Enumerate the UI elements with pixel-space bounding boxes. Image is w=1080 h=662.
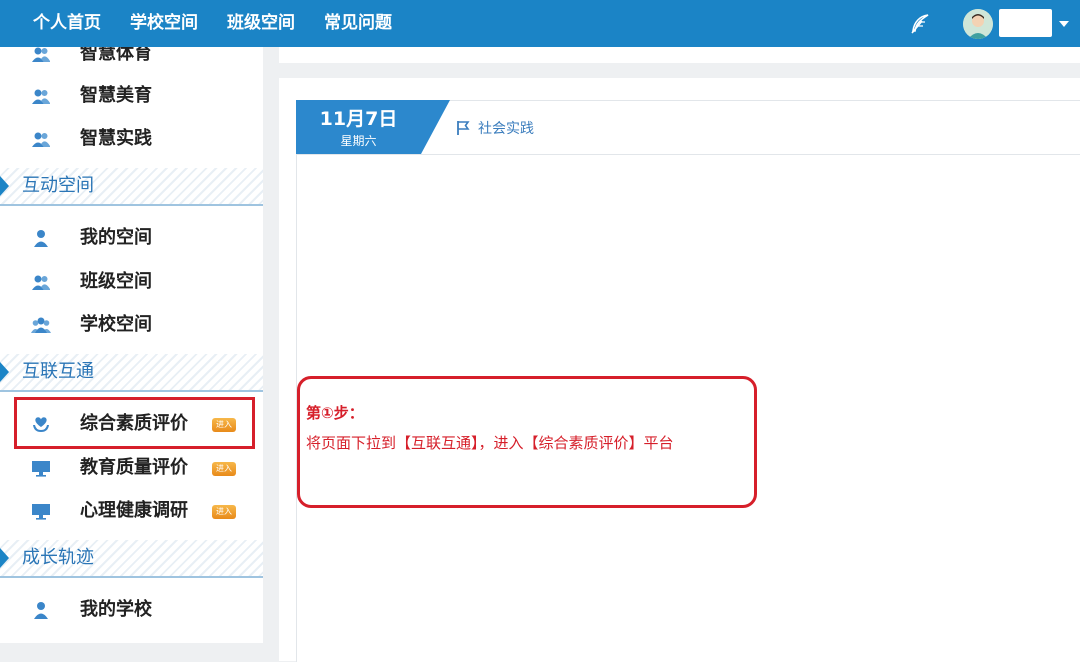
monitor-icon [32, 504, 50, 520]
date-label: 11月7日 [319, 108, 398, 130]
sidebar-item-label: 学校空间 [80, 314, 152, 335]
feather-icon[interactable] [908, 12, 932, 36]
group-icon [32, 47, 50, 62]
flag-icon [457, 121, 470, 135]
section-title: 互联互通 [22, 361, 94, 382]
chevron-down-icon[interactable] [1059, 21, 1069, 27]
section-marker-icon [0, 362, 9, 382]
sidebar-item-label: 智慧实践 [80, 128, 152, 149]
activity-category[interactable]: 社会实践 [478, 118, 534, 138]
user-icon [34, 230, 48, 247]
sidebar-item-label: 智慧体育 [80, 47, 152, 64]
avatar[interactable] [963, 9, 993, 39]
sidebar-item-mental-health[interactable]: 心理健康调研 进入 [0, 491, 263, 531]
sidebar-item-label: 教育质量评价 [80, 457, 188, 478]
nav-class-space[interactable]: 班级空间 [227, 0, 295, 47]
sidebar: 智慧体育 智慧美育 智慧实践 互动空间 我的空间 班级空间 学校空间 互联互通 … [0, 47, 263, 643]
sidebar-item-label: 心理健康调研 [80, 500, 188, 521]
user-icon [34, 602, 48, 619]
sidebar-item-smart-arts[interactable]: 智慧美育 [0, 76, 263, 116]
section-header-growth-track: 成长轨迹 [0, 540, 263, 578]
section-marker-icon [0, 176, 9, 196]
sidebar-item-education-quality[interactable]: 教育质量评价 进入 [0, 448, 263, 488]
nav-faq[interactable]: 常见问题 [324, 0, 392, 47]
section-title: 成长轨迹 [22, 547, 94, 568]
group-icon [32, 275, 50, 290]
top-nav-bar: 个人首页 学校空间 班级空间 常见问题 [0, 0, 1080, 47]
section-header-interconnect: 互联互通 [0, 354, 263, 392]
group-icon [32, 89, 50, 104]
sidebar-item-my-school[interactable]: 我的学校 [0, 590, 263, 630]
username-box[interactable] [999, 9, 1052, 37]
monitor-icon [32, 461, 50, 477]
sidebar-item-label: 智慧美育 [80, 85, 152, 106]
enter-badge[interactable]: 进入 [212, 462, 236, 476]
sidebar-item-class-space[interactable]: 班级空间 [0, 262, 263, 302]
highlight-box [14, 397, 255, 449]
users-icon [31, 317, 51, 333]
step-title: 第①步： [306, 404, 364, 422]
nav-personal-home[interactable]: 个人首页 [33, 0, 101, 47]
section-header-interactive-space: 互动空间 [0, 168, 263, 206]
group-icon [32, 132, 50, 147]
enter-badge[interactable]: 进入 [212, 505, 236, 519]
weekday-label: 星期六 [340, 134, 377, 148]
sidebar-item-smart-practice[interactable]: 智慧实践 [0, 119, 263, 159]
section-title: 互动空间 [22, 175, 94, 196]
sidebar-item-my-space[interactable]: 我的空间 [0, 218, 263, 258]
step-description: 将页面下拉到【互联互通】，进入【综合素质评价】平台 [306, 434, 674, 452]
sidebar-item-label: 我的学校 [80, 599, 152, 620]
sidebar-item-smart-sports[interactable]: 智慧体育 [0, 47, 263, 74]
sidebar-item-school-space[interactable]: 学校空间 [0, 305, 263, 345]
sidebar-item-label: 班级空间 [80, 271, 152, 292]
section-marker-icon [0, 548, 9, 568]
sidebar-item-label: 我的空间 [80, 227, 152, 248]
nav-school-space[interactable]: 学校空间 [130, 0, 198, 47]
top-content-strip [279, 47, 1080, 63]
